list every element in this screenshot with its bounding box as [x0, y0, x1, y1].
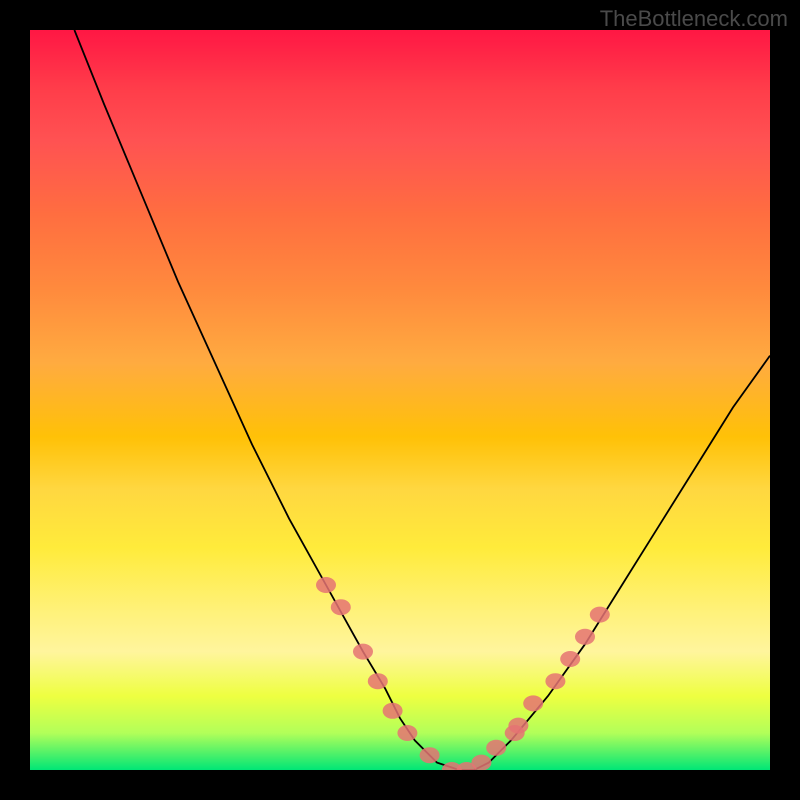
data-marker [368, 673, 388, 689]
data-marker [353, 644, 373, 660]
data-marker [590, 607, 610, 623]
data-marker [545, 673, 565, 689]
data-marker [331, 599, 351, 615]
curve-path [74, 30, 770, 770]
data-marker [471, 755, 491, 770]
data-marker [316, 577, 336, 593]
curve-line [74, 30, 770, 770]
data-marker [560, 651, 580, 667]
data-marker [420, 747, 440, 763]
curve-svg [30, 30, 770, 770]
data-marker [383, 703, 403, 719]
data-marker [397, 725, 417, 741]
data-marker [575, 629, 595, 645]
watermark-text: TheBottleneck.com [600, 6, 788, 32]
data-marker [523, 695, 543, 711]
curve-markers [316, 577, 610, 770]
data-marker [508, 718, 528, 734]
data-marker [486, 740, 506, 756]
chart-container: TheBottleneck.com [0, 0, 800, 800]
plot-area [30, 30, 770, 770]
